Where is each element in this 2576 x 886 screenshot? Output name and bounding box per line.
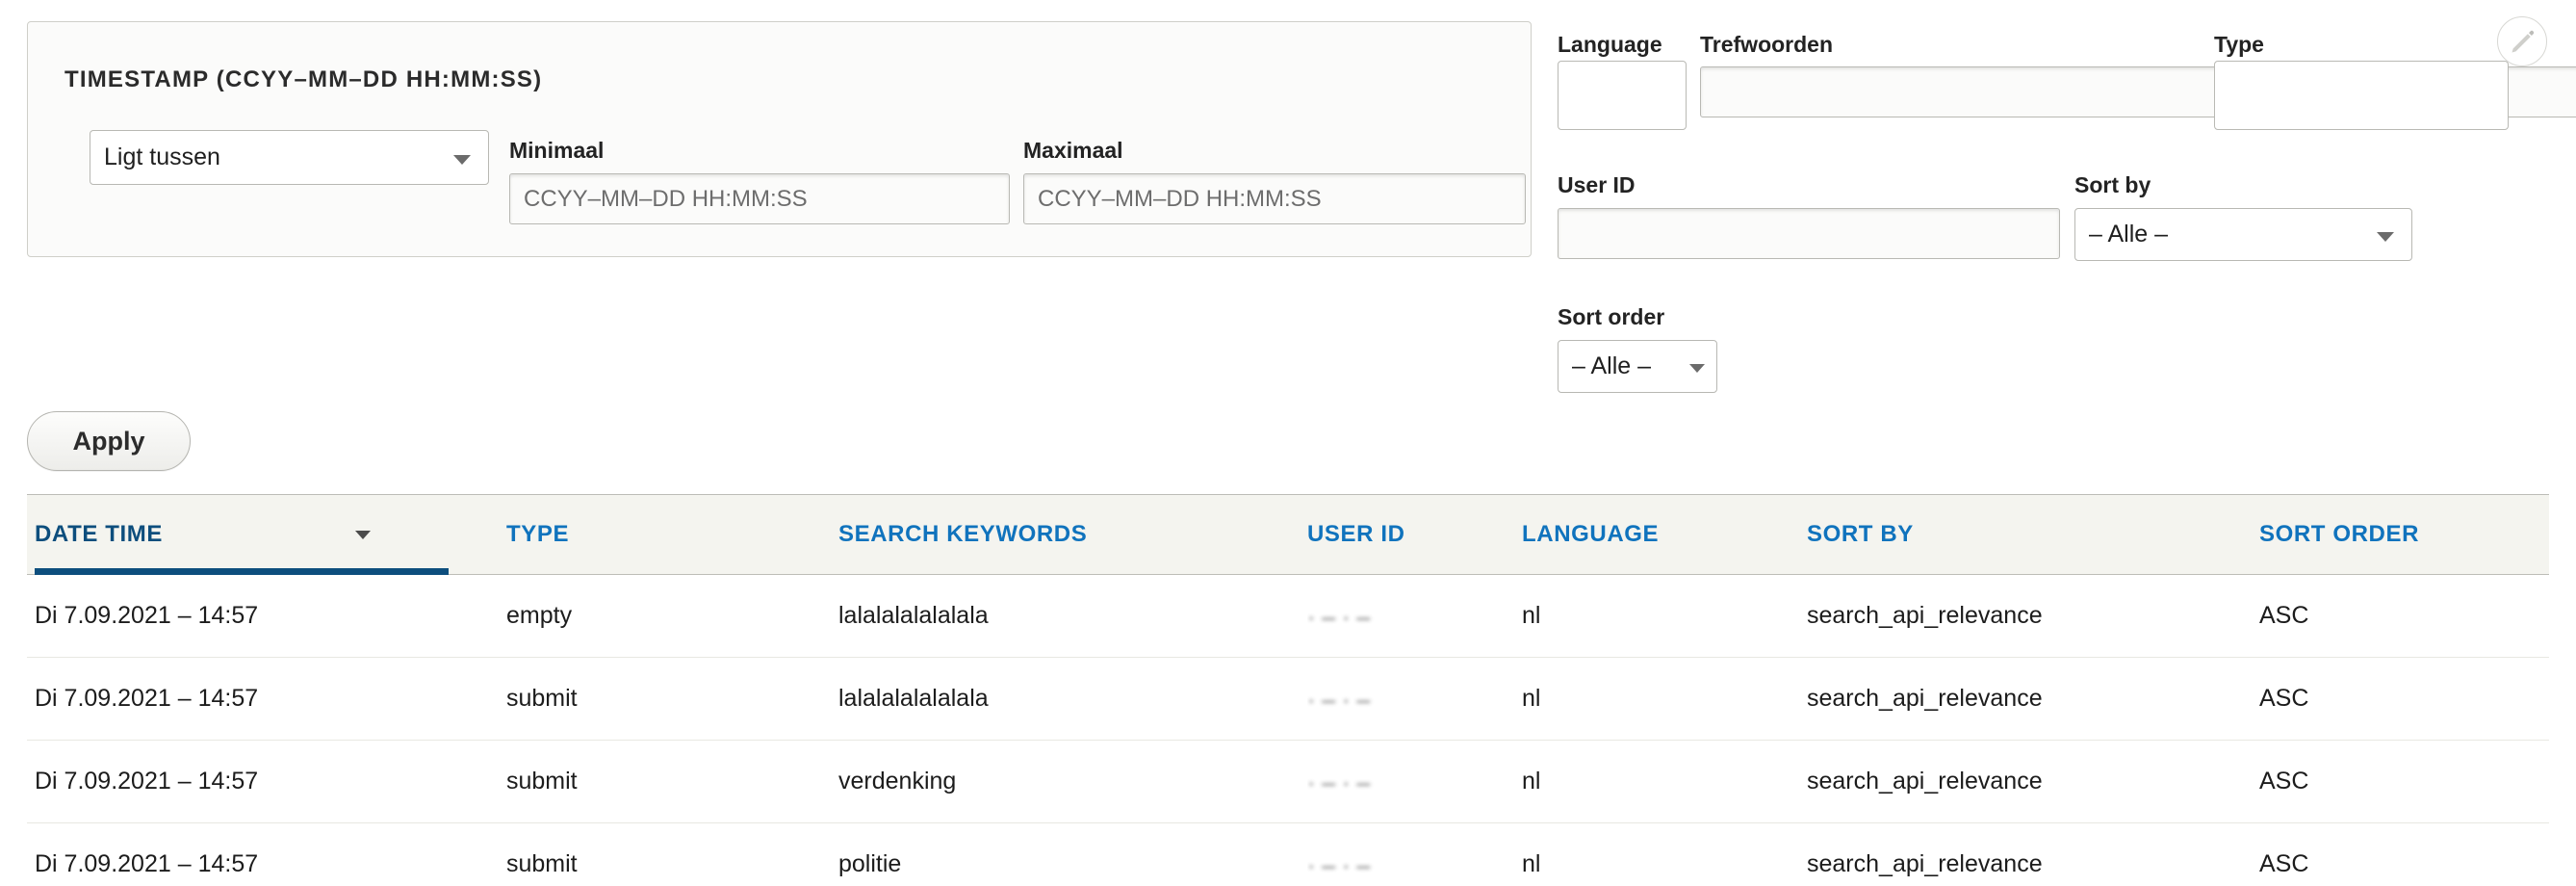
- cell-language: nl: [1522, 657, 1807, 741]
- column-header-search-keywords[interactable]: SEARCH KEYWORDS: [838, 494, 1307, 575]
- sort-order-value: – Alle –: [1572, 352, 1652, 379]
- apply-button[interactable]: Apply: [27, 411, 191, 471]
- column-header-language[interactable]: LANGUAGE: [1522, 494, 1807, 575]
- column-header-language-label: LANGUAGE: [1522, 521, 1660, 547]
- maximaal-placeholder: CCYY–MM–DD HH:MM:SS: [1038, 185, 1322, 212]
- table-row[interactable]: Di 7.09.2021 – 14:57 empty lalalalalalalal…: [27, 574, 2549, 658]
- maximaal-label: Maximaal: [1023, 138, 1123, 163]
- cell-sort_by: search_api_relevance: [1807, 740, 2259, 823]
- cell-sort_order: ASC: [2259, 657, 2549, 741]
- cell-sort_order: ASC: [2259, 740, 2549, 823]
- column-header-sort-order[interactable]: SORT ORDER: [2259, 494, 2549, 575]
- minimaal-placeholder: CCYY–MM–DD HH:MM:SS: [524, 185, 808, 212]
- sort-by-select[interactable]: – Alle –: [2074, 208, 2412, 261]
- column-header-sort-order-label: SORT ORDER: [2259, 521, 2420, 547]
- redacted-user-id: · – · –: [1307, 769, 1371, 796]
- cell-date_time: Di 7.09.2021 – 14:57: [27, 657, 506, 741]
- table-body: Di 7.09.2021 – 14:57 empty lalalalalalalal…: [27, 574, 2549, 886]
- cell-language: nl: [1522, 740, 1807, 823]
- cell-keywords: lalalalalalalala: [838, 574, 1307, 658]
- sort-order-select[interactable]: – Alle –: [1558, 340, 1717, 393]
- cell-user_id: · – · –: [1307, 574, 1522, 658]
- cell-date_time: Di 7.09.2021 – 14:57: [27, 574, 506, 658]
- column-header-user-id[interactable]: USER ID: [1307, 494, 1522, 575]
- column-header-user-id-label: USER ID: [1307, 521, 1405, 547]
- type-label: Type: [2214, 32, 2264, 57]
- chevron-down-icon: [453, 154, 471, 165]
- timestamp-filter-fieldset: TIMESTAMP (CCYY–MM–DD HH:MM:SS) Ligt tus…: [27, 21, 1532, 257]
- chevron-down-icon: [1689, 363, 1705, 373]
- cell-language: nl: [1522, 822, 1807, 886]
- search-log-table: DATE TIME TYPE SEARCH KEYWORDS USER ID L…: [27, 494, 2549, 886]
- cell-sort_by: search_api_relevance: [1807, 657, 2259, 741]
- cell-sort_order: ASC: [2259, 822, 2549, 886]
- cell-sort_by: search_api_relevance: [1807, 822, 2259, 886]
- cell-sort_order: ASC: [2259, 574, 2549, 658]
- timestamp-fieldset-legend: TIMESTAMP (CCYY–MM–DD HH:MM:SS): [64, 66, 543, 92]
- cell-date_time: Di 7.09.2021 – 14:57: [27, 740, 506, 823]
- cell-keywords: lalalalalalalala: [838, 657, 1307, 741]
- column-header-sort-by[interactable]: SORT BY: [1807, 494, 2259, 575]
- cell-date_time: Di 7.09.2021 – 14:57: [27, 822, 506, 886]
- table-row[interactable]: Di 7.09.2021 – 14:57 submit politie · – · –…: [27, 822, 2549, 886]
- table-header: DATE TIME TYPE SEARCH KEYWORDS USER ID L…: [27, 494, 2549, 576]
- pencil-icon: [2512, 30, 2535, 53]
- column-header-type-label: TYPE: [506, 521, 570, 547]
- column-header-date-time[interactable]: DATE TIME: [27, 494, 506, 576]
- column-header-sort-by-label: SORT BY: [1807, 521, 1914, 547]
- sort-order-label: Sort order: [1558, 304, 1665, 329]
- minimaal-input[interactable]: CCYY–MM–DD HH:MM:SS: [509, 173, 1010, 224]
- language-label: Language: [1558, 32, 1662, 57]
- redacted-user-id: · – · –: [1307, 687, 1371, 714]
- language-input[interactable]: [1558, 61, 1687, 130]
- column-header-search-keywords-label: SEARCH KEYWORDS: [838, 521, 1088, 547]
- redacted-user-id: · – · –: [1307, 852, 1371, 879]
- cell-type: empty: [506, 574, 838, 658]
- table-row[interactable]: Di 7.09.2021 – 14:57 submit lalalalalalala…: [27, 657, 2549, 741]
- apply-button-label: Apply: [72, 426, 145, 456]
- sort-descending-icon: [354, 530, 371, 539]
- redacted-user-id: · – · –: [1307, 604, 1371, 631]
- user-id-input[interactable]: [1558, 208, 2060, 259]
- cell-type: submit: [506, 822, 838, 886]
- sort-by-value: – Alle –: [2089, 221, 2169, 248]
- cell-type: submit: [506, 740, 838, 823]
- chevron-down-icon: [2377, 231, 2394, 242]
- cell-keywords: verdenking: [838, 740, 1307, 823]
- minimaal-label: Minimaal: [509, 138, 605, 163]
- maximaal-input[interactable]: CCYY–MM–DD HH:MM:SS: [1023, 173, 1526, 224]
- cell-user_id: · – · –: [1307, 657, 1522, 741]
- edit-button[interactable]: [2497, 16, 2547, 66]
- cell-user_id: · – · –: [1307, 740, 1522, 823]
- search-log-page: TIMESTAMP (CCYY–MM–DD HH:MM:SS) Ligt tus…: [0, 0, 2576, 886]
- cell-keywords: politie: [838, 822, 1307, 886]
- user-id-label: User ID: [1558, 172, 1636, 197]
- cell-sort_by: search_api_relevance: [1807, 574, 2259, 658]
- table-header-row: DATE TIME TYPE SEARCH KEYWORDS USER ID L…: [27, 494, 2549, 576]
- keywords-label: Trefwoorden: [1700, 32, 1834, 57]
- timestamp-operator-select[interactable]: Ligt tussen: [90, 130, 489, 185]
- column-header-date-time-label: DATE TIME: [35, 521, 163, 547]
- timestamp-operator-value: Ligt tussen: [104, 143, 220, 170]
- cell-language: nl: [1522, 574, 1807, 658]
- column-header-type[interactable]: TYPE: [506, 494, 838, 575]
- cell-user_id: · – · –: [1307, 822, 1522, 886]
- cell-type: submit: [506, 657, 838, 741]
- sort-by-label: Sort by: [2074, 172, 2151, 197]
- type-input[interactable]: [2214, 61, 2509, 130]
- table-row[interactable]: Di 7.09.2021 – 14:57 submit verdenking · – …: [27, 740, 2549, 823]
